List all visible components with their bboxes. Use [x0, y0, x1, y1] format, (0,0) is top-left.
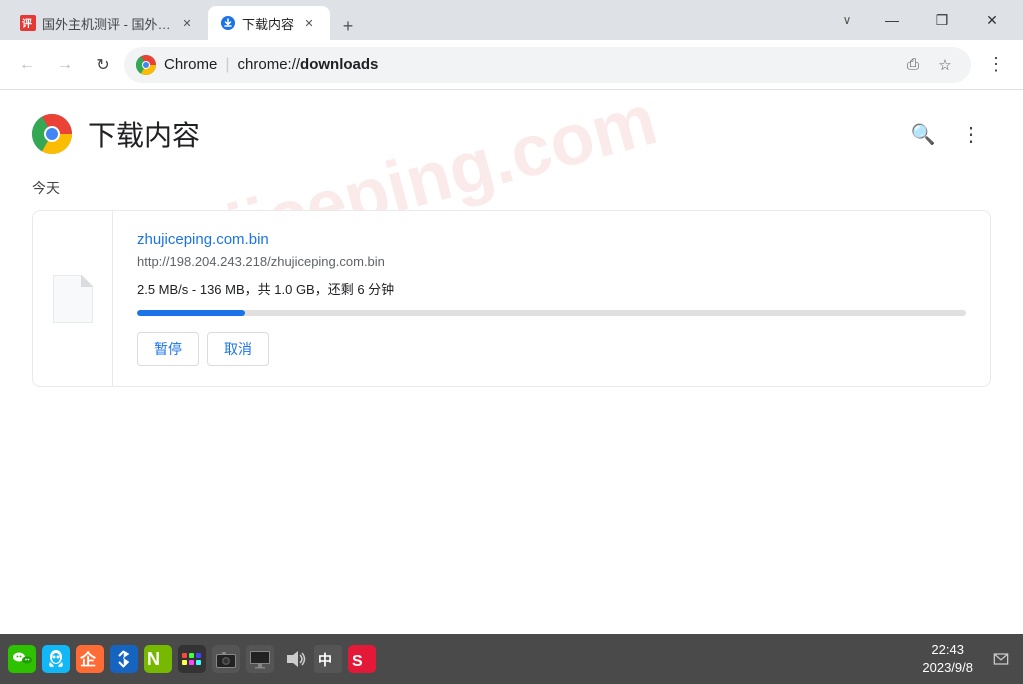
- tab1-close-button[interactable]: ✕: [178, 14, 196, 32]
- reload-button[interactable]: ↻: [86, 48, 120, 82]
- download-card: zhujiceping.com.bin http://198.204.243.2…: [32, 210, 991, 387]
- bookmark-button[interactable]: ☆: [931, 51, 959, 79]
- tab1-favicon: 评: [20, 15, 36, 31]
- taskbar-date: 2023/9/8: [922, 659, 973, 677]
- address-separator: |: [225, 56, 229, 74]
- tab-chevron-button[interactable]: ∨: [833, 6, 861, 34]
- taskbar-qq-icon[interactable]: [42, 645, 70, 673]
- page-title: 下载内容: [88, 114, 200, 154]
- tab-1[interactable]: 评 国外主机测评 - 国外VPS, ✕: [8, 6, 208, 40]
- search-icon: 🔍: [911, 122, 936, 147]
- tab-strip: 评 国外主机测评 - 国外VPS, ✕ 下载内容 ✕: [8, 0, 833, 40]
- restore-icon: ❒: [936, 12, 949, 29]
- forward-button[interactable]: →: [48, 48, 82, 82]
- page-header-actions: 🔍 ⋮: [903, 114, 991, 154]
- title-bar: 评 国外主机测评 - 国外VPS, ✕ 下载内容 ✕: [0, 0, 1023, 40]
- taskbar-wechat-icon[interactable]: [8, 645, 36, 673]
- restore-button[interactable]: ❒: [919, 4, 965, 36]
- more-icon: ⋮: [987, 54, 1005, 75]
- progress-bar-fill: [137, 310, 245, 316]
- tab2-close-button[interactable]: ✕: [300, 14, 318, 32]
- tab2-favicon: [220, 15, 236, 31]
- address-bar[interactable]: Chrome | chrome://downloads ⎙ ☆: [124, 47, 971, 83]
- tab-2[interactable]: 下载内容 ✕: [208, 6, 330, 40]
- taskbar-nvidia-icon[interactable]: N: [144, 645, 172, 673]
- pause-button[interactable]: 暂停: [137, 332, 199, 366]
- new-tab-button[interactable]: +: [334, 12, 362, 40]
- taskbar-color-app-icon[interactable]: [178, 645, 206, 673]
- page-menu-button[interactable]: ⋮: [951, 114, 991, 154]
- svg-text:中: 中: [318, 652, 332, 668]
- address-actions: ⎙ ☆: [899, 51, 959, 79]
- reload-icon: ↻: [96, 55, 109, 75]
- address-brand: Chrome: [164, 56, 217, 73]
- share-icon: ⎙: [907, 56, 919, 73]
- share-button[interactable]: ⎙: [899, 51, 927, 79]
- svg-text:企: 企: [79, 650, 97, 669]
- progress-bar-container: [137, 310, 966, 316]
- taskbar-notification-button[interactable]: [987, 645, 1015, 673]
- taskbar: 企 N: [0, 634, 1023, 684]
- download-actions: 暂停 取消: [137, 332, 966, 366]
- search-button[interactable]: 🔍: [903, 114, 943, 154]
- download-file-icon-area: [33, 211, 113, 386]
- download-url: http://198.204.243.218/zhujiceping.com.b…: [137, 254, 966, 269]
- bookmark-icon: ☆: [938, 56, 951, 74]
- svg-text:S: S: [352, 653, 363, 670]
- section-today: 今天: [32, 178, 991, 198]
- new-tab-icon: +: [343, 16, 354, 37]
- back-button[interactable]: ←: [10, 48, 44, 82]
- minimize-icon: —: [885, 12, 899, 28]
- svg-text:评: 评: [22, 17, 32, 30]
- taskbar-monitor-icon[interactable]: [246, 645, 274, 673]
- chrome-logo-large: [32, 114, 72, 154]
- taskbar-bluetooth-icon[interactable]: [110, 645, 138, 673]
- page-header: 下载内容 🔍 ⋮: [32, 114, 991, 154]
- close-icon: ✕: [986, 12, 998, 29]
- nav-extra: ⋮: [979, 48, 1013, 82]
- taskbar-input-icon[interactable]: 中: [314, 645, 342, 673]
- taskbar-volume-icon[interactable]: [280, 645, 308, 673]
- tab2-title: 下载内容: [242, 14, 294, 33]
- download-info: zhujiceping.com.bin http://198.204.243.2…: [113, 211, 990, 386]
- tab1-title: 国外主机测评 - 国外VPS,: [42, 14, 172, 33]
- taskbar-time: 22:43: [931, 641, 964, 659]
- page-more-icon: ⋮: [961, 122, 981, 147]
- file-icon: [53, 275, 93, 323]
- taskbar-camera-icon[interactable]: [212, 645, 240, 673]
- taskbar-tencent-icon[interactable]: 企: [76, 645, 104, 673]
- minimize-button[interactable]: —: [869, 4, 915, 36]
- download-filename[interactable]: zhujiceping.com.bin: [137, 231, 966, 248]
- chrome-logo-small: [136, 55, 156, 75]
- main-menu-button[interactable]: ⋮: [979, 48, 1013, 82]
- cancel-button[interactable]: 取消: [207, 332, 269, 366]
- taskbar-sogou-icon[interactable]: S: [348, 645, 376, 673]
- chevron-down-icon: ∨: [843, 13, 852, 27]
- forward-icon: →: [57, 56, 73, 74]
- svg-text:N: N: [147, 649, 160, 669]
- back-icon: ←: [19, 56, 35, 74]
- address-url: chrome://downloads: [238, 56, 379, 73]
- taskbar-clock[interactable]: 22:43 2023/9/8: [914, 641, 981, 677]
- navigation-bar: ← → ↻ Chrome | chrome://downloads: [0, 40, 1023, 90]
- page-content: zhujiceping.com 下载内容 🔍: [0, 90, 1023, 634]
- browser-window: 评 国外主机测评 - 国外VPS, ✕ 下载内容 ✕: [0, 0, 1023, 684]
- download-status: 2.5 MB/s - 136 MB，共 1.0 GB，还剩 6 分钟: [137, 279, 966, 298]
- close-button[interactable]: ✕: [969, 4, 1015, 36]
- window-controls: — ❒ ✕: [869, 4, 1015, 36]
